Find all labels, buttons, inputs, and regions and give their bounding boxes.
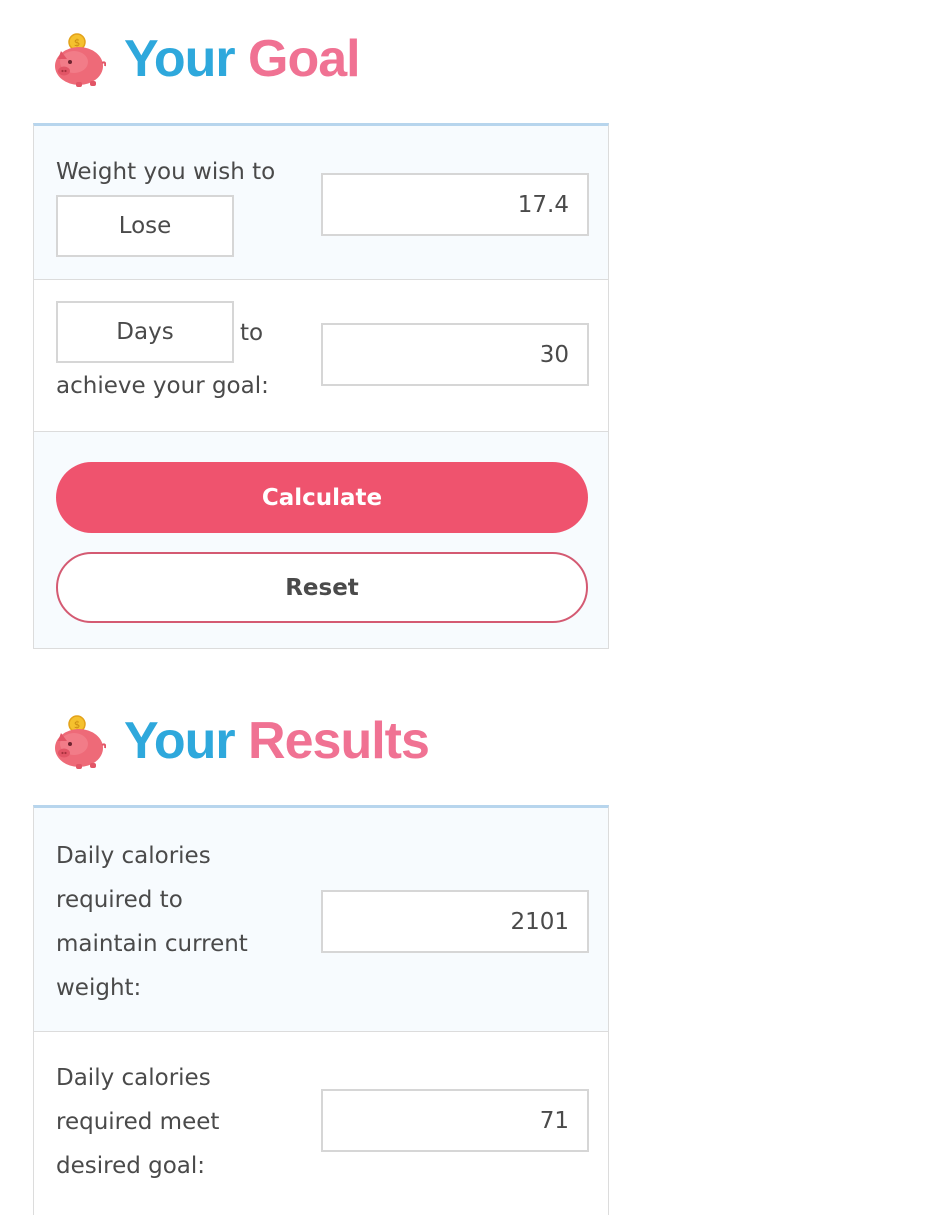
goal-title-word2: Goal: [248, 30, 361, 88]
maintain-calories-row: Daily calories required to maintain curr…: [34, 808, 608, 1032]
weight-mode-select[interactable]: Lose: [56, 195, 234, 257]
days-row: Days to achieve your goal: 30: [34, 280, 608, 432]
days-to-label: to: [240, 320, 264, 346]
days-unit-select[interactable]: Days: [56, 301, 234, 363]
label-line: maintain current: [56, 931, 248, 957]
label-line: weight:: [56, 975, 142, 1001]
days-value-input[interactable]: 30: [321, 323, 589, 386]
goal-calories-label: Daily calories required meet desired goa…: [56, 1056, 219, 1188]
results-title-word1: Your: [124, 712, 236, 770]
days-goal-label: achieve your goal:: [56, 373, 269, 399]
goal-heading: $ Your Goal: [52, 24, 361, 94]
goal-title-word1: Your: [124, 30, 236, 88]
maintain-calories-value[interactable]: 2101: [321, 890, 589, 953]
label-line: Daily calories: [56, 1065, 211, 1091]
buttons-row: Calculate Reset: [34, 432, 608, 648]
weight-value-input[interactable]: 17.4: [321, 173, 589, 236]
goal-calories-row: Daily calories required meet desired goa…: [34, 1032, 608, 1215]
calculate-button[interactable]: Calculate: [56, 462, 588, 533]
goal-calories-value[interactable]: 71: [321, 1089, 589, 1152]
weight-row: Weight you wish to Lose 17.4: [34, 126, 608, 280]
results-panel: Daily calories required to maintain curr…: [33, 805, 609, 1215]
reset-button[interactable]: Reset: [56, 552, 588, 623]
label-line: required meet: [56, 1109, 220, 1135]
weight-label: Weight you wish to: [56, 159, 276, 185]
maintain-calories-label: Daily calories required to maintain curr…: [56, 834, 248, 1010]
piggy-bank-icon: $: [55, 715, 106, 769]
piggy-bank-icon: $: [55, 33, 106, 87]
results-title-word2: Results: [248, 712, 430, 770]
results-heading: $ Your Results: [52, 706, 430, 776]
goal-panel: Weight you wish to Lose 17.4 Days to ach…: [33, 123, 609, 649]
label-line: desired goal:: [56, 1153, 206, 1179]
label-line: Daily calories: [56, 843, 211, 869]
label-line: required to: [56, 887, 183, 913]
